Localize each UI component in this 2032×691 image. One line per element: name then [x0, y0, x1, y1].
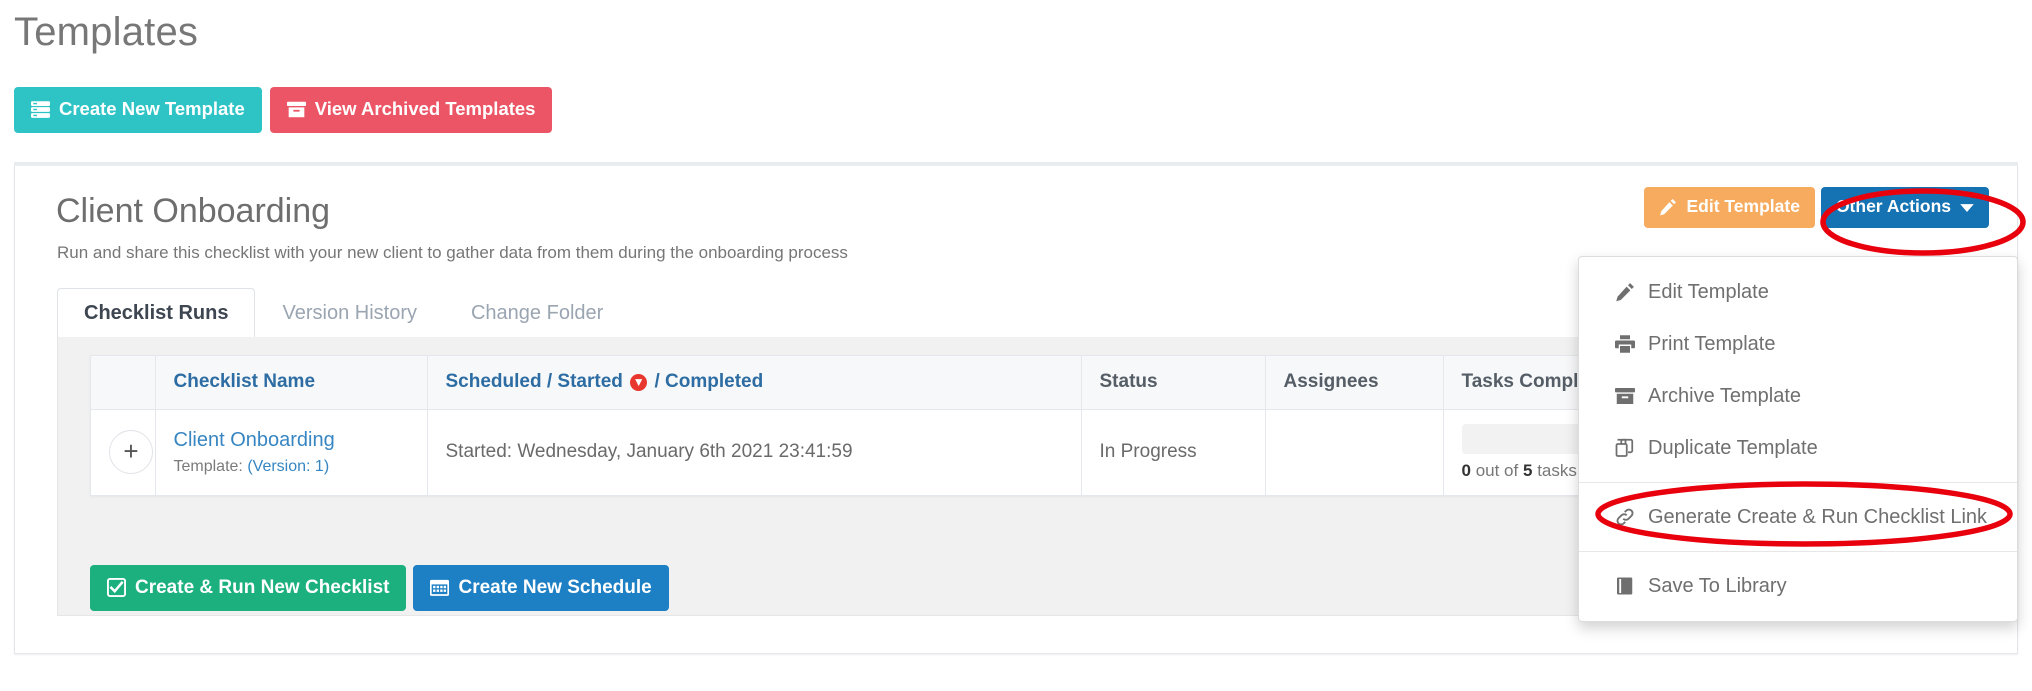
- create-new-template-button[interactable]: Create New Template: [14, 87, 262, 133]
- cell-status: In Progress: [1081, 409, 1266, 495]
- page-title: Templates: [14, 10, 199, 54]
- dropdown-item-duplicate-template[interactable]: Duplicate Template: [1579, 422, 2017, 474]
- tasks-total-count: 5: [1522, 460, 1533, 480]
- copy-icon: [1615, 438, 1635, 458]
- th-status[interactable]: Status: [1081, 356, 1266, 410]
- th-sep-1: /: [546, 371, 553, 393]
- tab-change-folder[interactable]: Change Folder: [444, 288, 630, 338]
- checkbox-check-icon: [107, 578, 126, 597]
- template-name: Client Onboarding: [56, 192, 331, 230]
- th-status-label: Status: [1099, 371, 1158, 393]
- view-archived-templates-label: View Archived Templates: [314, 98, 536, 120]
- book-icon: [1615, 576, 1635, 596]
- tab-checklist-runs[interactable]: Checklist Runs: [57, 288, 256, 338]
- edit-template-label: Edit Template: [1686, 196, 1800, 217]
- dropdown-divider-1: [1579, 482, 2017, 483]
- create-new-schedule-label: Create New Schedule: [458, 577, 652, 598]
- checklist-run-template-info: Template: (Version: 1): [174, 456, 409, 478]
- calendar-icon: [430, 578, 450, 597]
- other-actions-dropdown-menu: Edit Template Print Template Archive Tem…: [1578, 256, 2018, 622]
- cell-schedule: Started: Wednesday, January 6th 2021 23:…: [427, 409, 1082, 495]
- th-assignees-label: Assignees: [1283, 371, 1379, 393]
- th-started-label: Started: [557, 371, 623, 393]
- dropdown-item-archive-template-label: Archive Template: [1648, 385, 1802, 407]
- tasks-mid-text: out of: [1475, 460, 1519, 480]
- dropdown-item-print-template[interactable]: Print Template: [1579, 318, 2017, 370]
- edit-template-button[interactable]: Edit Template: [1644, 187, 1815, 228]
- server-stack-icon: [31, 100, 50, 119]
- create-new-template-label: Create New Template: [59, 98, 245, 120]
- create-and-run-new-checklist-label: Create & Run New Checklist: [135, 577, 390, 598]
- printer-icon: [1615, 334, 1635, 354]
- th-completed-label: Completed: [665, 371, 764, 393]
- th-scheduled-label: Scheduled: [445, 371, 542, 393]
- tab-change-folder-label: Change Folder: [470, 302, 604, 324]
- pencil-icon: [1615, 282, 1635, 302]
- cell-assignees: [1265, 409, 1444, 495]
- archive-icon: [286, 100, 306, 119]
- dropdown-item-generate-link[interactable]: Generate Create & Run Checklist Link: [1579, 491, 2017, 543]
- cell-expand: +: [91, 409, 156, 495]
- th-checklist-name-label: Checklist Name: [173, 371, 316, 393]
- dropdown-item-print-template-label: Print Template: [1648, 333, 1776, 355]
- page-toolbar: Create New Template View Archived Templa…: [14, 87, 553, 133]
- tab-checklist-runs-label: Checklist Runs: [84, 302, 229, 324]
- dropdown-item-generate-link-label: Generate Create & Run Checklist Link: [1648, 506, 1988, 528]
- template-label: Template:: [173, 457, 243, 475]
- tab-version-history[interactable]: Version History: [255, 288, 444, 338]
- template-action-buttons: Edit Template Other Actions: [1644, 187, 1989, 228]
- th-expand: [91, 356, 156, 410]
- dropdown-item-duplicate-template-label: Duplicate Template: [1648, 437, 1818, 459]
- th-scheduled-started-completed[interactable]: Scheduled / Started ▼ / Completed: [427, 356, 1082, 410]
- tasks-done-count: 0: [1461, 460, 1471, 480]
- templates-page: Templates Create New Template View Archi…: [0, 0, 2032, 691]
- view-archived-templates-button[interactable]: View Archived Templates: [269, 87, 553, 133]
- dropdown-item-edit-template-label: Edit Template: [1648, 281, 1769, 303]
- dropdown-item-edit-template[interactable]: Edit Template: [1579, 266, 2017, 318]
- checklist-runs-footer-actions: Create & Run New Checklist Create New Sc…: [90, 565, 669, 611]
- cell-checklist-name: Client Onboarding Template: (Version: 1): [155, 409, 428, 495]
- pencil-icon: [1659, 198, 1677, 216]
- create-and-run-new-checklist-button[interactable]: Create & Run New Checklist: [90, 565, 407, 611]
- dropdown-item-archive-template[interactable]: Archive Template: [1579, 370, 2017, 422]
- dropdown-item-save-to-library[interactable]: Save To Library: [1579, 560, 2017, 612]
- other-actions-button[interactable]: Other Actions: [1820, 187, 1989, 228]
- template-description: Run and share this checklist with your n…: [57, 243, 848, 262]
- checklist-run-link[interactable]: Client Onboarding: [174, 427, 409, 453]
- tab-version-history-label: Version History: [282, 302, 417, 324]
- chevron-down-icon: [1960, 203, 1974, 212]
- archive-icon: [1615, 386, 1635, 406]
- th-checklist-name[interactable]: Checklist Name: [155, 356, 428, 410]
- th-assignees[interactable]: Assignees: [1265, 356, 1444, 410]
- expand-row-button[interactable]: +: [109, 430, 153, 474]
- sort-desc-icon[interactable]: ▼: [630, 374, 648, 392]
- template-version-link[interactable]: (Version: 1): [247, 458, 329, 475]
- dropdown-item-save-to-library-label: Save To Library: [1648, 575, 1787, 597]
- other-actions-label: Other Actions: [1835, 196, 1951, 217]
- dropdown-divider-2: [1579, 551, 2017, 552]
- th-sep-2: /: [654, 371, 660, 393]
- link-icon: [1615, 507, 1635, 527]
- create-new-schedule-button[interactable]: Create New Schedule: [413, 565, 669, 611]
